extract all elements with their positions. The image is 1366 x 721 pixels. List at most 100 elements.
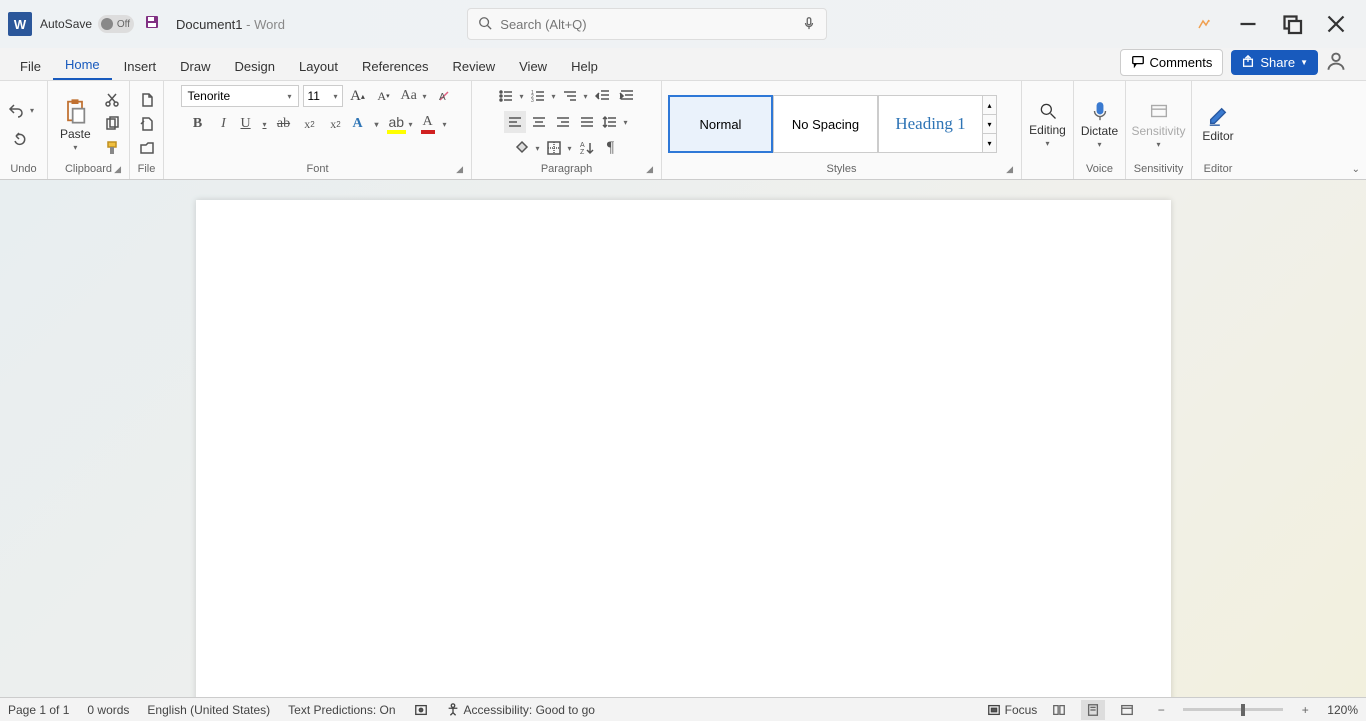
format-painter-button[interactable] [101,137,123,159]
tab-view[interactable]: View [507,53,559,80]
styles-up-button[interactable]: ▴ [983,96,996,115]
align-left-button[interactable] [504,111,526,133]
strikethrough-button[interactable]: ab [273,113,295,135]
change-case-button[interactable]: Aa▾ [399,85,429,107]
status-predictions[interactable]: Text Predictions: On [288,703,395,717]
autosave-switch[interactable]: Off [98,15,134,33]
borders-button[interactable]: ▾ [544,137,574,159]
status-words[interactable]: 0 words [87,703,129,717]
show-marks-button[interactable]: ¶ [600,137,622,159]
dictate-button[interactable]: Dictate ▾ [1075,100,1124,149]
launcher-icon[interactable]: ◢ [456,164,463,175]
zoom-out-button[interactable]: − [1149,700,1173,720]
highlight-button[interactable]: ab▾ [385,113,415,135]
align-center-button[interactable] [528,111,550,133]
line-spacing-button[interactable]: ▾ [600,111,630,133]
collapse-ribbon-button[interactable]: ⌄ [1352,164,1360,175]
status-language[interactable]: English (United States) [147,703,270,717]
paste-button[interactable]: Paste ▾ [54,97,97,152]
shading-button[interactable]: ▾ [512,137,542,159]
status-accessibility[interactable]: Accessibility: Good to go [446,703,595,717]
font-color-button[interactable]: A▾ [419,113,449,135]
tab-insert[interactable]: Insert [112,53,169,80]
font-name-combo[interactable]: Tenorite▾ [181,85,299,107]
save-icon[interactable] [144,14,160,35]
tab-help[interactable]: Help [559,53,610,80]
group-styles: Normal No Spacing Heading 1 ▴ ▾ ▾ Styles… [662,81,1022,179]
editing-button[interactable]: Editing ▾ [1023,101,1072,148]
tab-design[interactable]: Design [223,53,287,80]
comment-icon [1131,54,1145,71]
status-macros[interactable] [414,703,428,717]
tab-file[interactable]: File [8,53,53,80]
zoom-level[interactable]: 120% [1327,703,1358,717]
bullets-button[interactable]: ▾ [496,85,526,107]
minimize-button[interactable] [1236,12,1260,36]
zoom-thumb[interactable] [1241,704,1245,716]
style-heading-1[interactable]: Heading 1 [878,95,983,153]
launcher-icon[interactable]: ◢ [1006,164,1013,175]
redo-button[interactable] [10,127,32,149]
style-no-spacing[interactable]: No Spacing [773,95,878,153]
launcher-icon[interactable]: ◢ [114,164,121,175]
pin-button[interactable] [136,113,158,135]
grow-font-button[interactable]: A▴ [347,85,369,107]
open-file-button[interactable] [136,137,158,159]
underline-button[interactable]: U▾ [239,113,269,135]
close-button[interactable] [1324,12,1348,36]
text-effects-button[interactable]: A▾ [351,113,381,135]
tab-home[interactable]: Home [53,51,112,80]
sort-button[interactable]: AZ [576,137,598,159]
read-mode-button[interactable] [1047,700,1071,720]
tab-references[interactable]: References [350,53,440,80]
comments-button[interactable]: Comments [1120,49,1224,76]
maximize-button[interactable] [1280,12,1304,36]
print-layout-button[interactable] [1081,700,1105,720]
autosave-toggle[interactable]: AutoSave Off [40,15,134,33]
shrink-font-button[interactable]: A▾ [373,85,395,107]
increase-indent-button[interactable] [616,85,638,107]
justify-button[interactable] [576,111,598,133]
multilevel-list-button[interactable]: ▾ [560,85,590,107]
share-button[interactable]: Share ▼ [1231,50,1318,75]
undo-button[interactable]: ▾ [6,99,36,121]
zoom-in-button[interactable]: + [1293,700,1317,720]
launcher-icon[interactable]: ◢ [646,164,653,175]
search-input[interactable] [500,17,794,32]
tab-review[interactable]: Review [441,53,508,80]
focus-button[interactable]: Focus [987,703,1038,717]
zoom-slider[interactable] [1183,708,1283,711]
ribbon-display-icon[interactable] [1192,12,1216,36]
document-area[interactable] [0,180,1366,700]
styles-more-button[interactable]: ▾ [983,134,996,152]
decrease-indent-button[interactable] [592,85,614,107]
bold-button[interactable]: B [187,113,209,135]
group-sensitivity: Sensitivity ▾ Sensitivity [1126,81,1192,179]
document-title[interactable]: Document1 - Word [176,17,285,32]
editor-button[interactable]: Editor [1196,105,1239,143]
styles-down-button[interactable]: ▾ [983,115,996,134]
cut-button[interactable] [101,89,123,111]
superscript-button[interactable]: x2 [325,113,347,135]
clear-formatting-button[interactable]: A [433,85,455,107]
window-controls [1192,12,1358,36]
status-page[interactable]: Page 1 of 1 [8,703,69,717]
subscript-button[interactable]: x2 [299,113,321,135]
italic-button[interactable]: I [213,113,235,135]
copy-button[interactable] [101,113,123,135]
account-icon[interactable] [1326,51,1350,75]
group-font: Tenorite▾ 11▾ A▴ A▾ Aa▾ A B I U▾ ab x2 x… [164,81,472,179]
style-normal[interactable]: Normal [668,95,773,153]
numbering-button[interactable]: 123▾ [528,85,558,107]
document-page[interactable] [196,200,1171,700]
font-size-combo[interactable]: 11▾ [303,85,343,107]
chevron-down-icon: ▼ [1300,58,1308,67]
search-box[interactable] [467,8,827,40]
microphone-icon[interactable] [802,16,816,33]
web-layout-button[interactable] [1115,700,1139,720]
tab-draw[interactable]: Draw [168,53,222,80]
new-file-button[interactable] [136,89,158,111]
align-right-button[interactable] [552,111,574,133]
group-label-editor: Editor [1198,163,1238,177]
tab-layout[interactable]: Layout [287,53,350,80]
